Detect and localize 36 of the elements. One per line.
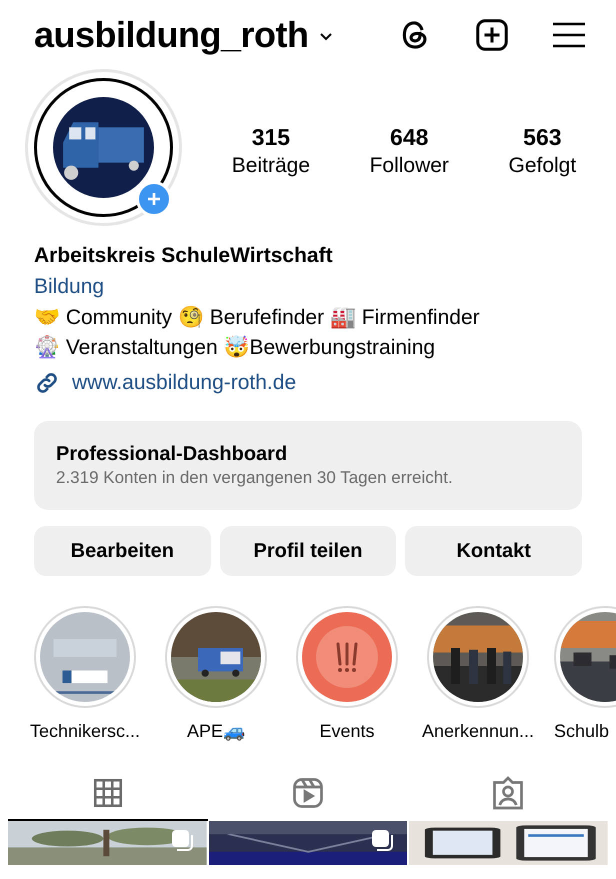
- profile-button[interactable]: Bearbeiten: [34, 526, 211, 576]
- tagged-icon: [490, 775, 526, 811]
- profile-button[interactable]: Kontakt: [405, 526, 582, 576]
- reels-icon: [290, 775, 326, 811]
- highlight-label[interactable]: APE🚙: [186, 720, 246, 742]
- highlight-label[interactable]: Schulb: [554, 720, 610, 742]
- story-highlight[interactable]: [427, 606, 529, 708]
- username[interactable]: ausbildung_roth: [34, 8, 308, 62]
- grid-icon: [91, 776, 125, 810]
- exclamation-icon: [316, 626, 378, 688]
- chevron-down-icon[interactable]: [318, 32, 332, 42]
- stat-count[interactable]: 563: [523, 123, 562, 151]
- profile-button[interactable]: Profil teilen: [220, 526, 396, 576]
- profile-name: Arbeitskreis SchuleWirtschaft: [34, 243, 334, 269]
- plus-icon: [147, 192, 161, 206]
- highlight-label[interactable]: Events: [319, 720, 375, 742]
- stat-count[interactable]: 648: [390, 123, 428, 151]
- add-icon[interactable]: [474, 17, 510, 53]
- multiple-posts-icon: [170, 828, 195, 852]
- dashboard-title: Professional-Dashboard: [56, 442, 288, 466]
- story-highlight[interactable]: [296, 606, 398, 708]
- multiple-posts-icon: [371, 828, 396, 852]
- dashboard-card[interactable]: Professional-Dashboard 2.319 Konten in den vergangenen 30 Tagen erreicht.: [34, 420, 582, 510]
- highlight-label[interactable]: Technikersc...: [30, 720, 140, 742]
- stat-label[interactable]: Follower: [370, 151, 449, 181]
- menu-icon[interactable]: [552, 21, 586, 49]
- bio-line: 🎡 Veranstaltungen 🤯Bewerbungstraining: [34, 334, 436, 361]
- dashboard-subtitle: 2.319 Konten in den vergangenen 30 Tagen erreicht.: [56, 466, 453, 488]
- website-link[interactable]: www.ausbildung-roth.de: [72, 367, 296, 398]
- story-highlight[interactable]: [165, 606, 267, 708]
- stat-label[interactable]: Beiträge: [232, 151, 310, 181]
- bio-line: 🤝 Community 🧐 Berufefinder 🏭 Firmenfinder: [34, 305, 480, 331]
- highlight-label[interactable]: Anerkennun...: [422, 720, 534, 742]
- category-label[interactable]: Bildung: [34, 271, 582, 303]
- stat-label[interactable]: Gefolgt: [508, 151, 576, 181]
- stat-count[interactable]: 315: [252, 123, 290, 151]
